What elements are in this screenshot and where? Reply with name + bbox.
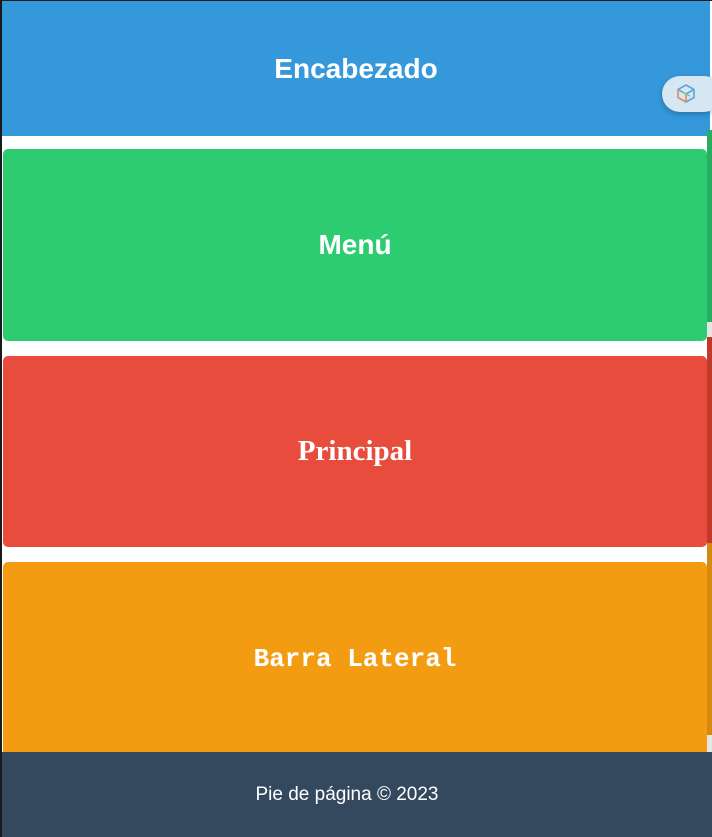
edge-strip-green	[707, 130, 712, 322]
footer-text: Pie de página © 2023	[255, 783, 439, 805]
edge-strip-gray	[707, 322, 712, 337]
cube-icon	[677, 84, 695, 103]
menu-section: Menú	[3, 149, 707, 341]
floating-extension-button[interactable]	[662, 76, 712, 112]
sidebar-label: Barra Lateral	[253, 644, 457, 674]
edge-strip-orange	[707, 543, 712, 735]
header-title: Encabezado	[274, 52, 438, 84]
edge-strip-red	[707, 337, 712, 543]
main-section: Principal	[3, 356, 707, 547]
main-label: Principal	[297, 435, 413, 467]
edge-strip-gray	[707, 735, 712, 752]
menu-label: Menú	[318, 229, 392, 260]
footer: Pie de página © 2023	[2, 752, 712, 837]
sidebar-section: Barra Lateral	[3, 562, 707, 756]
header: Encabezado	[2, 1, 710, 136]
